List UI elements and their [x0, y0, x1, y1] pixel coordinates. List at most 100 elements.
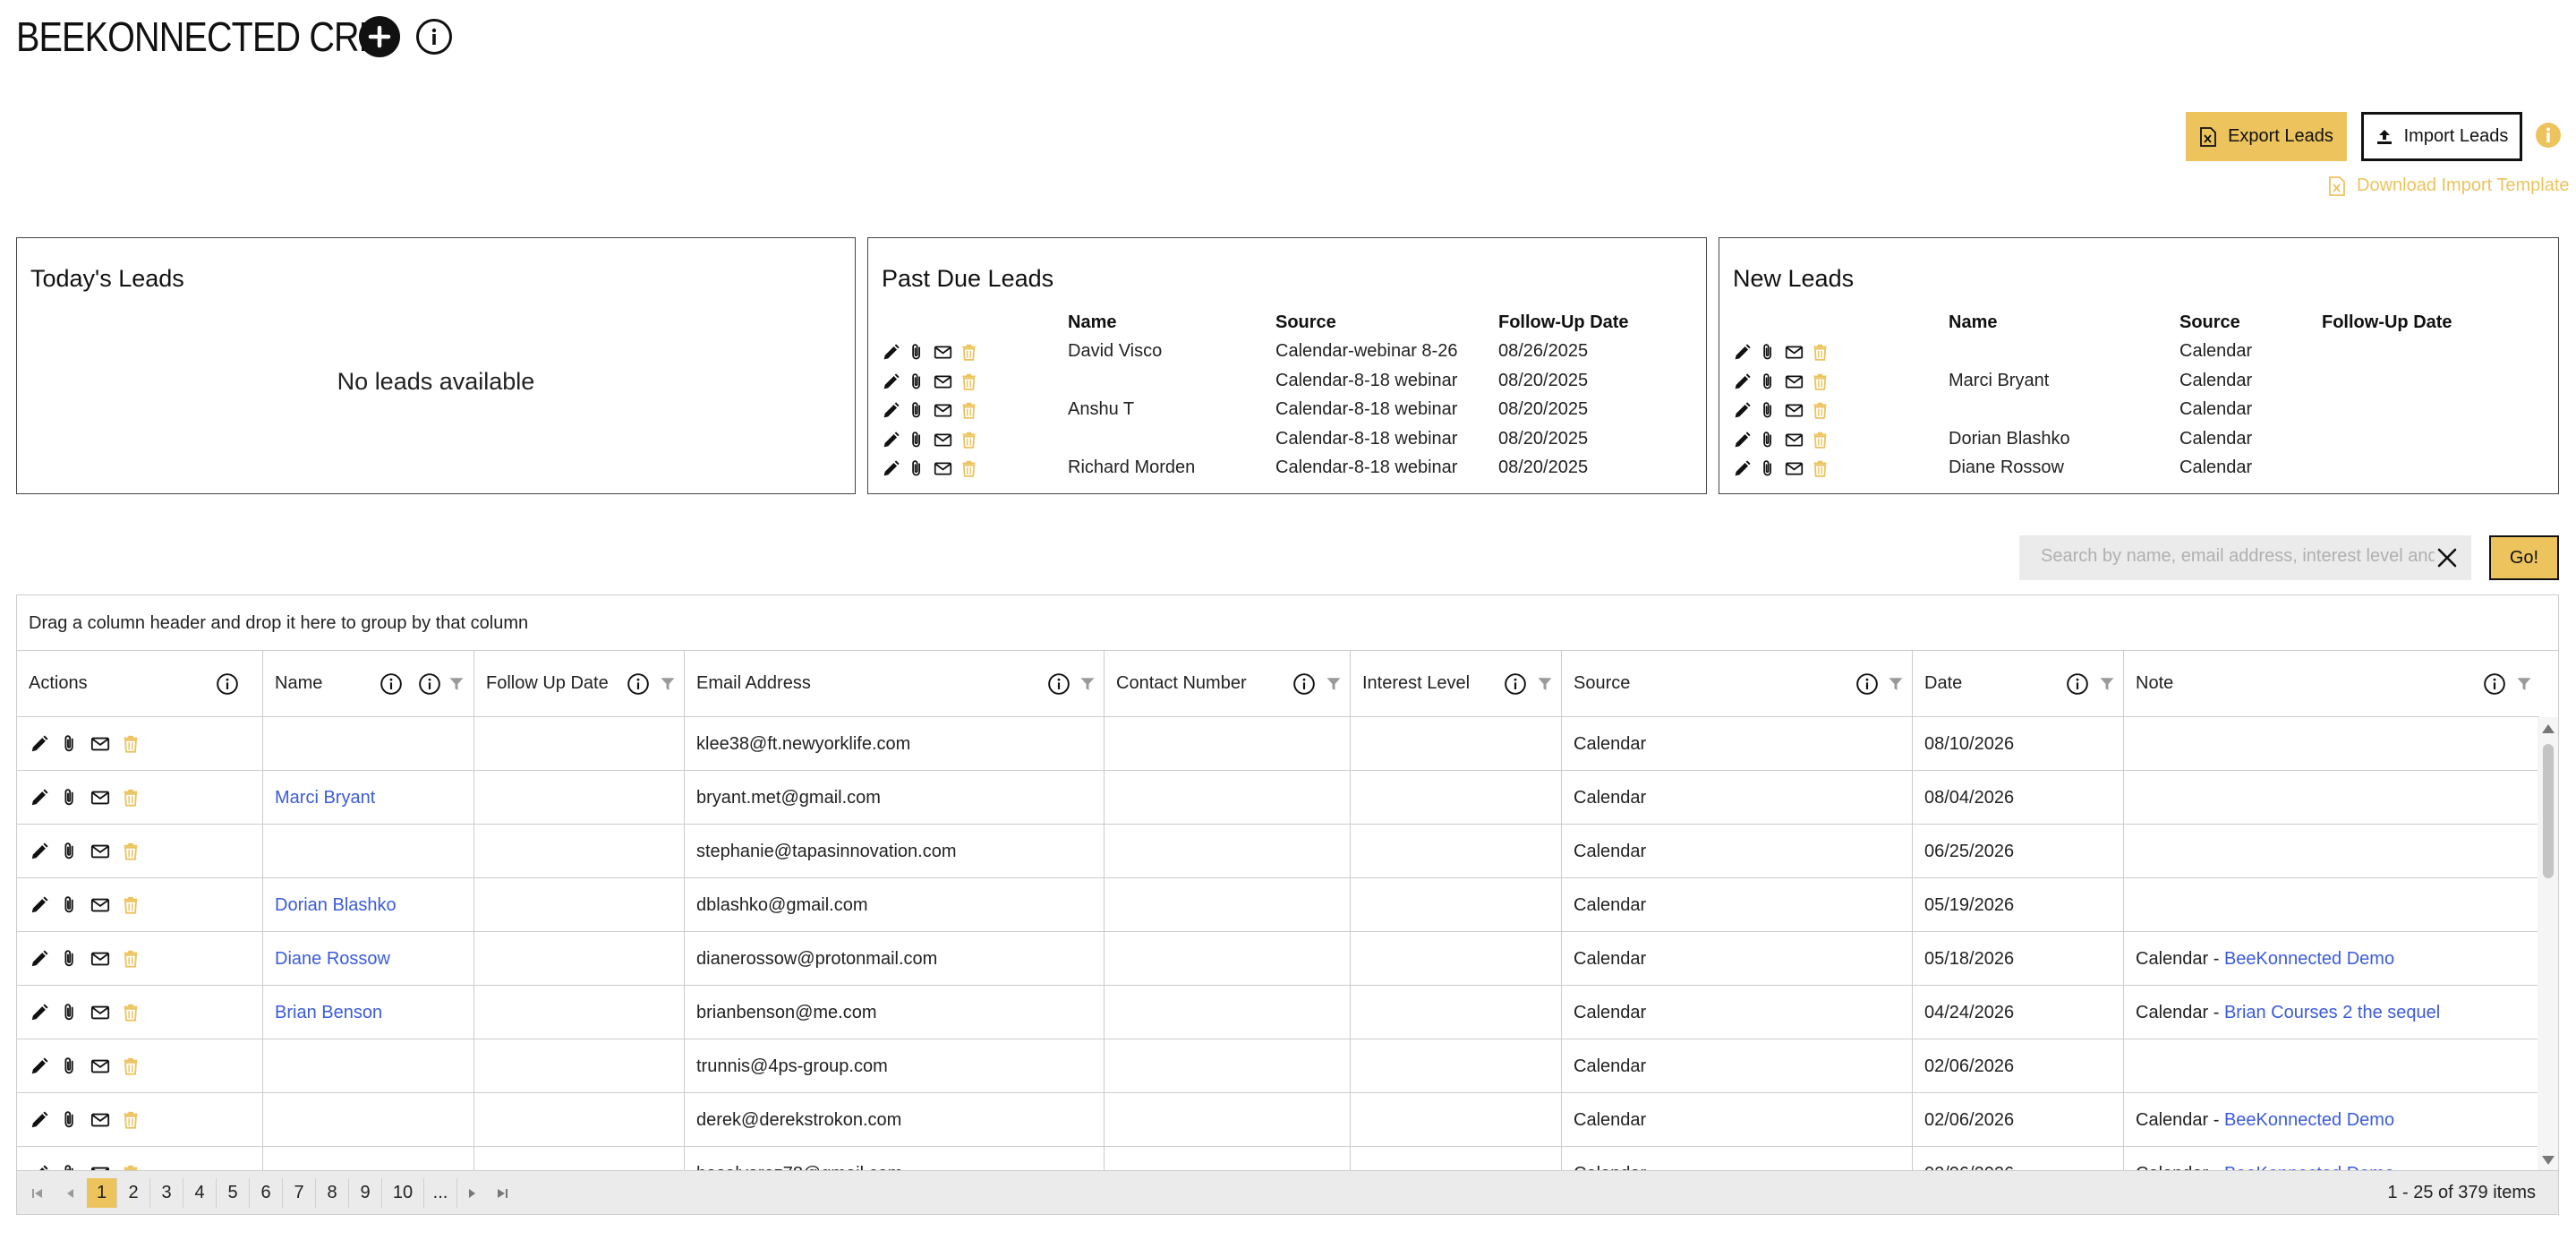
mail-icon[interactable] — [1785, 431, 1804, 449]
table-row[interactable]: hasalvarez78@gmail.com Calendar 02/06/20… — [17, 1147, 2539, 1172]
page-number-button[interactable]: 5 — [217, 1178, 250, 1208]
trash-icon[interactable] — [960, 431, 978, 449]
paperclip-icon[interactable] — [60, 949, 80, 969]
paperclip-icon[interactable] — [908, 372, 926, 391]
page-number-button[interactable]: 8 — [316, 1178, 349, 1208]
table-row[interactable]: derek@derekstrokon.com Calendar 02/06/20… — [17, 1093, 2539, 1147]
filter-icon[interactable] — [1326, 675, 1342, 693]
past-due-row[interactable]: Anshu T Calendar-8-18 webinar 08/20/2025 — [868, 397, 1706, 425]
paperclip-icon[interactable] — [1759, 459, 1778, 478]
export-leads-button[interactable]: Export Leads — [2186, 112, 2347, 161]
info-icon[interactable] — [418, 672, 441, 696]
mail-icon[interactable] — [934, 431, 952, 449]
mail-icon[interactable] — [1785, 343, 1804, 362]
mail-icon[interactable] — [934, 372, 952, 391]
trash-icon[interactable] — [960, 372, 978, 391]
page-number-button[interactable]: 3 — [150, 1178, 183, 1208]
pencil-icon[interactable] — [30, 734, 49, 754]
lead-name-link[interactable]: Diane Rossow — [275, 949, 390, 970]
pencil-icon[interactable] — [1733, 372, 1752, 391]
paperclip-icon[interactable] — [908, 459, 926, 478]
pencil-icon[interactable] — [882, 459, 900, 478]
mail-icon[interactable] — [90, 1056, 110, 1076]
scrollbar-thumb[interactable] — [2543, 744, 2554, 878]
note-link[interactable]: BeeKonnected Demo — [2224, 1110, 2394, 1130]
info-icon[interactable] — [1292, 672, 1316, 696]
page-number-button[interactable]: 10 — [382, 1178, 424, 1208]
trash-icon[interactable] — [121, 1056, 141, 1076]
scroll-down-arrow[interactable] — [2542, 1156, 2555, 1165]
paperclip-icon[interactable] — [1759, 401, 1778, 420]
paperclip-icon[interactable] — [1759, 343, 1778, 362]
pencil-icon[interactable] — [1733, 459, 1752, 478]
info-icon[interactable] — [1504, 672, 1527, 696]
last-page-button[interactable] — [489, 1178, 516, 1208]
paperclip-icon[interactable] — [60, 1110, 80, 1130]
info-icon[interactable] — [1047, 672, 1070, 696]
pencil-icon[interactable] — [30, 788, 49, 808]
trash-icon[interactable] — [121, 949, 141, 969]
column-header-actions[interactable]: Actions — [17, 651, 263, 717]
app-info-button[interactable] — [416, 19, 452, 55]
info-icon[interactable] — [2483, 672, 2506, 696]
trash-icon[interactable] — [1811, 401, 1830, 420]
past-due-row[interactable]: David Visco Calendar-webinar 8-26 08/26/… — [868, 338, 1706, 367]
download-import-template-link[interactable]: Download Import Template — [2328, 175, 2570, 196]
filter-icon[interactable] — [660, 675, 676, 693]
info-icon[interactable] — [2066, 672, 2089, 696]
trash-icon[interactable] — [1811, 431, 1830, 449]
trash-icon[interactable] — [121, 788, 141, 808]
new-leads-row[interactable]: Dorian Blashko Calendar — [1719, 426, 2558, 455]
table-row[interactable]: klee38@ft.newyorklife.com Calendar 08/10… — [17, 717, 2539, 771]
import-leads-button[interactable]: Import Leads — [2361, 112, 2522, 161]
mail-icon[interactable] — [90, 842, 110, 861]
paperclip-icon[interactable] — [60, 788, 80, 808]
mail-icon[interactable] — [1785, 372, 1804, 391]
close-icon[interactable] — [2435, 546, 2459, 569]
lead-search-input[interactable] — [2041, 546, 2435, 567]
pencil-icon[interactable] — [1733, 401, 1752, 420]
paperclip-icon[interactable] — [60, 734, 80, 754]
mail-icon[interactable] — [90, 949, 110, 969]
pencil-icon[interactable] — [30, 949, 49, 969]
pencil-icon[interactable] — [30, 1003, 49, 1022]
filter-icon[interactable] — [2099, 675, 2115, 693]
filter-icon[interactable] — [1079, 675, 1096, 693]
mail-icon[interactable] — [90, 734, 110, 754]
trash-icon[interactable] — [121, 895, 141, 915]
first-page-button[interactable] — [24, 1178, 51, 1208]
lead-name-link[interactable]: Marci Bryant — [275, 788, 375, 808]
pencil-icon[interactable] — [30, 1056, 49, 1076]
mail-icon[interactable] — [934, 343, 952, 362]
pencil-icon[interactable] — [882, 401, 900, 420]
past-due-row[interactable]: Calendar-8-18 webinar 08/20/2025 — [868, 426, 1706, 455]
past-due-row[interactable]: Calendar-8-18 webinar 08/20/2025 — [868, 368, 1706, 397]
lead-name-link[interactable]: Brian Benson — [275, 1003, 382, 1023]
new-leads-row[interactable]: Calendar — [1719, 338, 2558, 367]
new-leads-row[interactable]: Diane Rossow Calendar — [1719, 455, 2558, 483]
mail-icon[interactable] — [90, 1110, 110, 1130]
page-number-button[interactable]: 7 — [283, 1178, 316, 1208]
trash-icon[interactable] — [1811, 343, 1830, 362]
mail-icon[interactable] — [90, 788, 110, 808]
trash-icon[interactable] — [960, 401, 978, 420]
table-row[interactable]: Brian Benson brianbenson@me.com Calendar… — [17, 986, 2539, 1039]
page-number-button[interactable]: 4 — [183, 1178, 217, 1208]
pencil-icon[interactable] — [882, 372, 900, 391]
mail-icon[interactable] — [1785, 401, 1804, 420]
table-row[interactable]: stephanie@tapasinnovation.com Calendar 0… — [17, 825, 2539, 878]
pencil-icon[interactable] — [30, 895, 49, 915]
filter-icon[interactable] — [448, 675, 465, 693]
past-due-row[interactable]: Richard Morden Calendar-8-18 webinar 08/… — [868, 455, 1706, 483]
filter-icon[interactable] — [2516, 675, 2532, 693]
table-row[interactable]: Dorian Blashko dblashko@gmail.com Calend… — [17, 878, 2539, 932]
info-icon[interactable] — [380, 672, 403, 696]
paperclip-icon[interactable] — [60, 1003, 80, 1022]
paperclip-icon[interactable] — [908, 343, 926, 362]
page-number-button[interactable]: 1 — [87, 1178, 117, 1208]
paperclip-icon[interactable] — [60, 1056, 80, 1076]
mail-icon[interactable] — [90, 1003, 110, 1022]
trash-icon[interactable] — [1811, 459, 1830, 478]
table-row[interactable]: Marci Bryant bryant.met@gmail.com Calend… — [17, 771, 2539, 825]
paperclip-icon[interactable] — [908, 431, 926, 449]
